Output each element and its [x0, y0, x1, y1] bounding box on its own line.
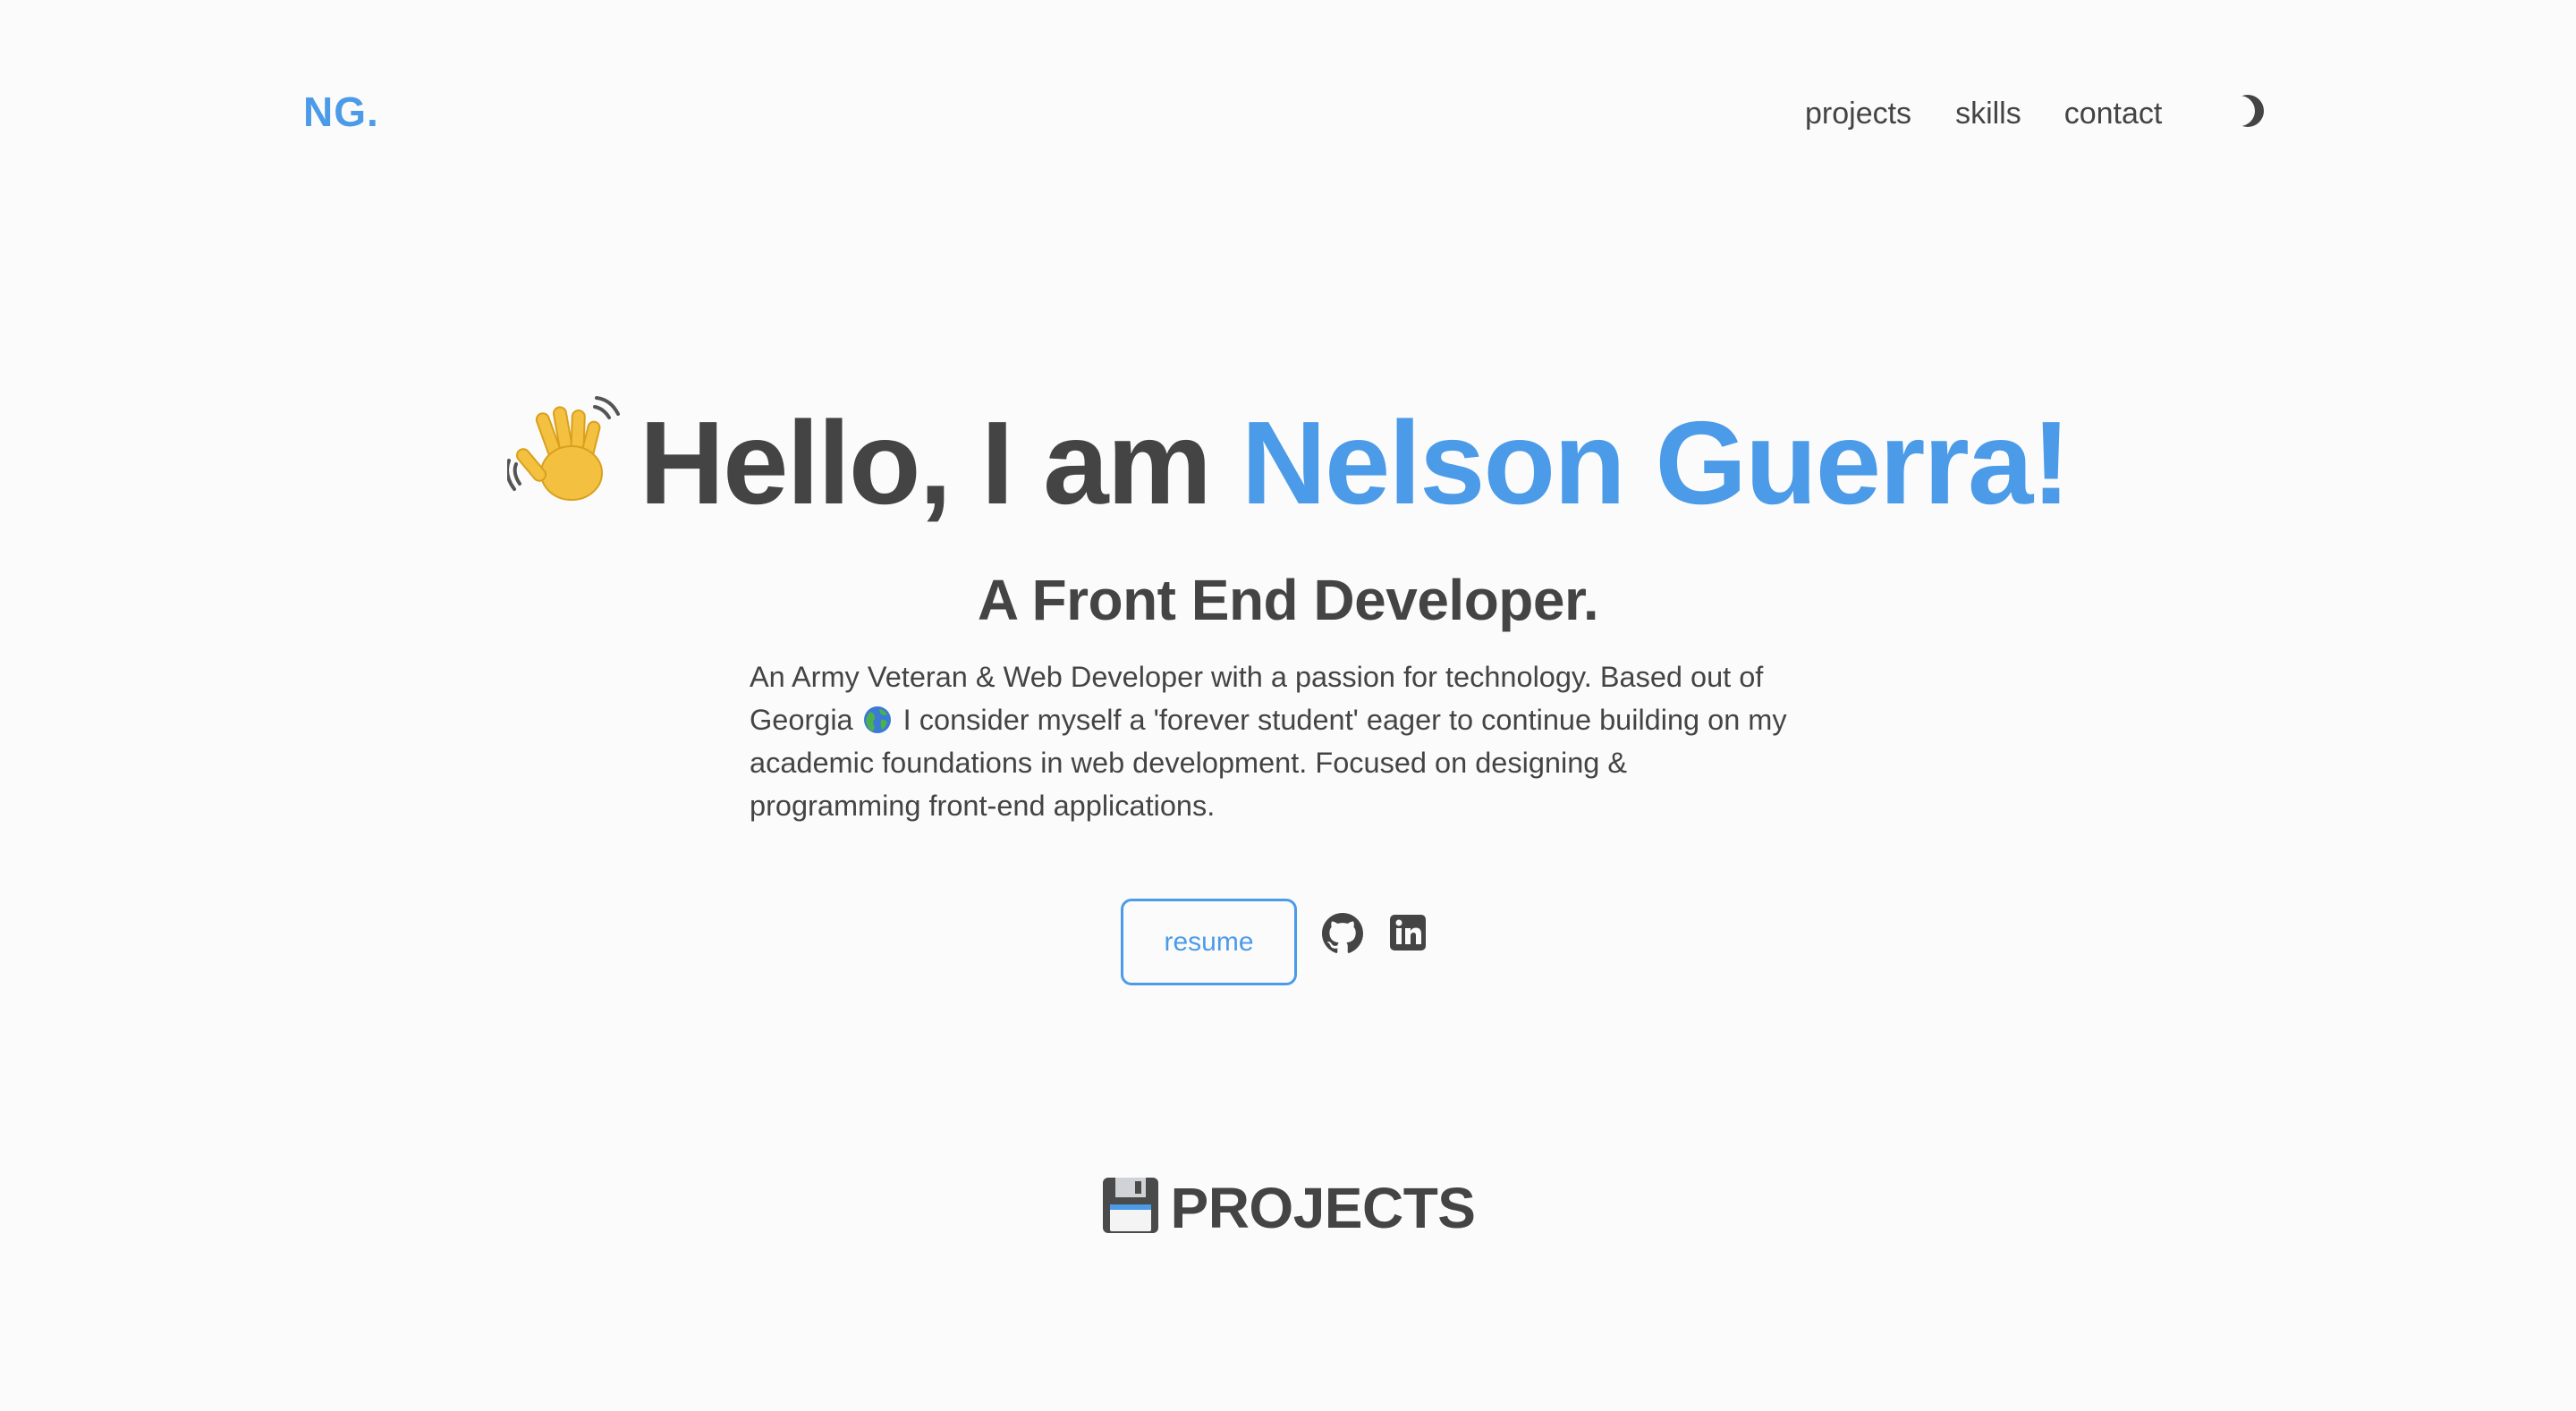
github-link[interactable] [1322, 913, 1363, 954]
logo-link[interactable]: NG. [303, 88, 379, 136]
linkedin-link[interactable] [1388, 913, 1429, 954]
github-icon [1322, 913, 1363, 953]
waving-hand-icon [506, 396, 620, 502]
nav-link-contact[interactable]: contact [2064, 97, 2163, 131]
site-header: NG. projects skills contact [0, 0, 2576, 228]
resume-button[interactable]: resume [1121, 899, 1297, 985]
hero-title: Hello, I am Nelson Guerra! [0, 383, 2576, 544]
floppy-disk-icon [1102, 1178, 1158, 1234]
hero-bio: An Army Veteran & Web Developer with a p… [750, 655, 1796, 827]
projects-heading: PROJECTS [0, 1172, 2576, 1244]
projects-heading-text: PROJECTS [1170, 1176, 1476, 1241]
linkedin-icon [1390, 915, 1426, 951]
main-nav: projects skills contact [1805, 94, 2162, 133]
nav-link-projects[interactable]: projects [1805, 97, 1911, 131]
bio-text-end: I consider myself a 'forever student' ea… [750, 704, 1787, 822]
hero-name: Nelson Guerra! [1241, 397, 2072, 529]
hero-actions: resume [1121, 899, 1429, 985]
hero-subtitle: A Front End Developer. [977, 568, 1599, 633]
hero-greeting: Hello, I am [639, 397, 1241, 529]
theme-toggle-button[interactable] [2224, 93, 2268, 129]
nav-link-skills[interactable]: skills [1955, 97, 2021, 131]
globe-icon [863, 706, 891, 733]
moon-icon [2224, 95, 2264, 127]
